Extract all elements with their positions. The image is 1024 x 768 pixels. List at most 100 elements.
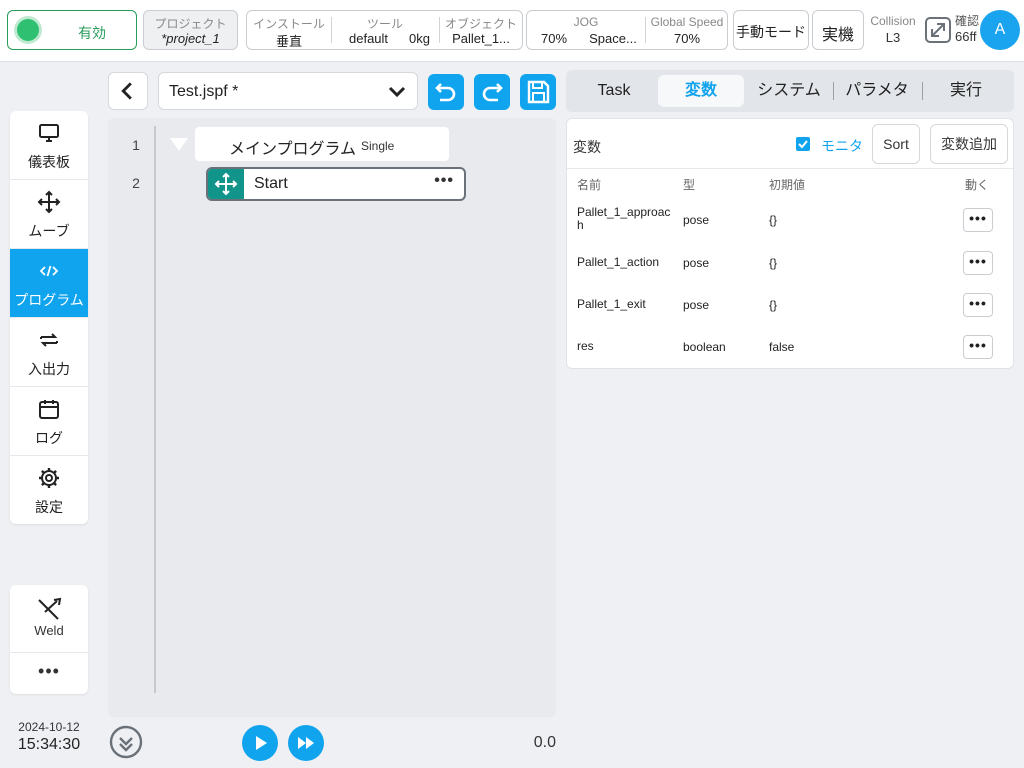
start-node[interactable]: Start ••• — [206, 167, 466, 201]
sidebar-item-label: 儀表板 — [28, 154, 70, 170]
sidebar-item-dashboard[interactable]: 儀表板 — [10, 111, 88, 180]
sidebar-item-label: ムーブ — [28, 223, 70, 239]
collision-level[interactable]: Collision L3 — [868, 14, 918, 45]
collapse-all-icon[interactable] — [108, 724, 144, 760]
project-selector[interactable]: プロジェクト *project_1 — [143, 10, 238, 50]
manual-mode-label: 手動モード — [736, 24, 806, 40]
variable-initial: {} — [769, 298, 778, 312]
tab-variables[interactable]: 変数 — [658, 75, 744, 107]
program-file-select[interactable]: Test.jspf * — [158, 72, 418, 110]
sidebar-item-label: 入出力 — [28, 361, 70, 377]
jog-percent: 70% — [541, 31, 568, 46]
undo-icon — [435, 83, 456, 102]
monitor-label[interactable]: モニタ — [821, 136, 863, 156]
table-row: Pallet_1_approach pose {} ••• — [567, 199, 1013, 241]
avatar[interactable]: A — [980, 10, 1020, 50]
start-node-label: Start — [254, 175, 288, 192]
sidebar-item-program[interactable]: プログラム — [10, 249, 88, 318]
sidebar-item-move[interactable]: ムーブ — [10, 180, 88, 249]
enable-toggle[interactable]: 有効 — [7, 10, 137, 50]
save-button[interactable] — [520, 74, 556, 110]
back-button[interactable] — [108, 72, 148, 110]
variable-name: Pallet_1_exit — [577, 297, 646, 311]
date-text: 2024-10-12 — [18, 720, 80, 734]
tool-setting[interactable]: ツール default 0kg — [332, 11, 438, 49]
tool-weight: 0kg — [409, 31, 430, 46]
sidebar-plugins: Weld ••• — [10, 585, 88, 694]
row-more-button[interactable]: ••• — [963, 208, 993, 232]
collision-value: L3 — [885, 30, 901, 45]
variable-type: pose — [683, 298, 710, 312]
chevron-down-icon — [388, 86, 406, 98]
redo-button[interactable] — [474, 74, 510, 110]
line-number: 1 — [132, 137, 140, 153]
move-icon — [214, 172, 238, 196]
run-speed-value: 0.0 — [533, 734, 556, 751]
row-more-button[interactable]: ••• — [963, 251, 993, 275]
sidebar-item-label: ログ — [35, 430, 63, 446]
tab-bar: Task 変数 システム パラメタ 実行 — [566, 70, 1014, 112]
sidebar-item-weld[interactable]: Weld — [10, 585, 88, 653]
monitor-checkbox[interactable] — [796, 137, 810, 151]
main-program-mode: Single — [361, 139, 395, 153]
tab-divider — [922, 82, 923, 100]
confirm-value: 66ff — [955, 29, 977, 44]
object-value: Pallet_1... — [452, 31, 510, 46]
jog-mode: Space... — [589, 31, 637, 46]
sidebar-more-button[interactable]: ••• — [10, 653, 88, 693]
variable-type: pose — [683, 213, 710, 227]
weld-icon — [38, 597, 62, 620]
program-footer: 0.0 — [100, 720, 565, 766]
global-speed-label: Global Speed — [650, 15, 724, 29]
main-program-label: メインプログラム — [229, 141, 357, 158]
project-label: プロジェクト — [154, 17, 227, 31]
install-value: 垂直 — [275, 34, 302, 49]
variable-name: res — [577, 339, 594, 353]
chevron-left-icon — [121, 82, 132, 100]
main-program-node[interactable]: メインプログラム Single — [195, 127, 449, 161]
program-header: Test.jspf * — [100, 64, 565, 114]
confirm-status: 確認 66ff — [955, 14, 979, 44]
start-node-more-button[interactable]: ••• — [434, 172, 454, 190]
collapse-triangle-icon[interactable] — [170, 138, 188, 151]
column-header-action: 動く — [965, 178, 990, 192]
fast-forward-icon — [298, 737, 314, 749]
sidebar-item-settings[interactable]: 設定 — [10, 456, 88, 524]
row-more-button[interactable]: ••• — [963, 293, 993, 317]
table-row: Pallet_1_action pose {} ••• — [567, 242, 1013, 284]
step-run-button[interactable] — [288, 725, 324, 761]
time-text: 15:34:30 — [17, 736, 81, 753]
redo-icon — [482, 83, 503, 102]
variable-name: Pallet_1_action — [577, 255, 660, 269]
object-setting[interactable]: オブジェクト Pallet_1... — [440, 11, 522, 49]
undo-button[interactable] — [428, 74, 464, 110]
jog-setting[interactable]: JOG 70% Space... — [527, 11, 645, 49]
sidebar-item-label: 設定 — [35, 499, 63, 515]
real-machine-button[interactable]: 実機 — [812, 10, 864, 50]
table-row: Pallet_1_exit pose {} ••• — [567, 284, 1013, 326]
variable-type: pose — [683, 256, 710, 270]
sidebar-item-io[interactable]: 入出力 — [10, 318, 88, 387]
sidebar-nav: 儀表板 ムーブ プログラム 入出力 ログ 設定 — [10, 111, 88, 524]
expand-icon[interactable] — [924, 16, 952, 44]
install-setting[interactable]: インストール 垂直 — [247, 11, 331, 49]
tool-name: default — [349, 31, 389, 46]
tab-task[interactable]: Task — [574, 75, 654, 107]
gutter-line — [154, 126, 156, 693]
play-button[interactable] — [242, 725, 278, 761]
sidebar-item-log[interactable]: ログ — [10, 387, 88, 456]
manual-mode-button[interactable]: 手動モード — [733, 10, 809, 50]
global-speed-setting[interactable]: Global Speed 70% — [646, 11, 728, 49]
start-node-badge — [208, 169, 244, 199]
jog-label: JOG — [573, 15, 599, 29]
check-icon — [798, 140, 808, 149]
row-more-button[interactable]: ••• — [963, 335, 993, 359]
variables-title: 変数 — [573, 139, 601, 155]
tab-system[interactable]: システム — [748, 75, 830, 107]
tab-parameters[interactable]: パラメタ — [836, 75, 918, 107]
gear-icon — [39, 468, 59, 488]
add-variable-button[interactable]: 変数追加 — [930, 124, 1008, 164]
tab-divider — [833, 82, 834, 100]
tab-run[interactable]: 実行 — [924, 75, 1008, 107]
sort-button[interactable]: Sort — [872, 124, 920, 164]
